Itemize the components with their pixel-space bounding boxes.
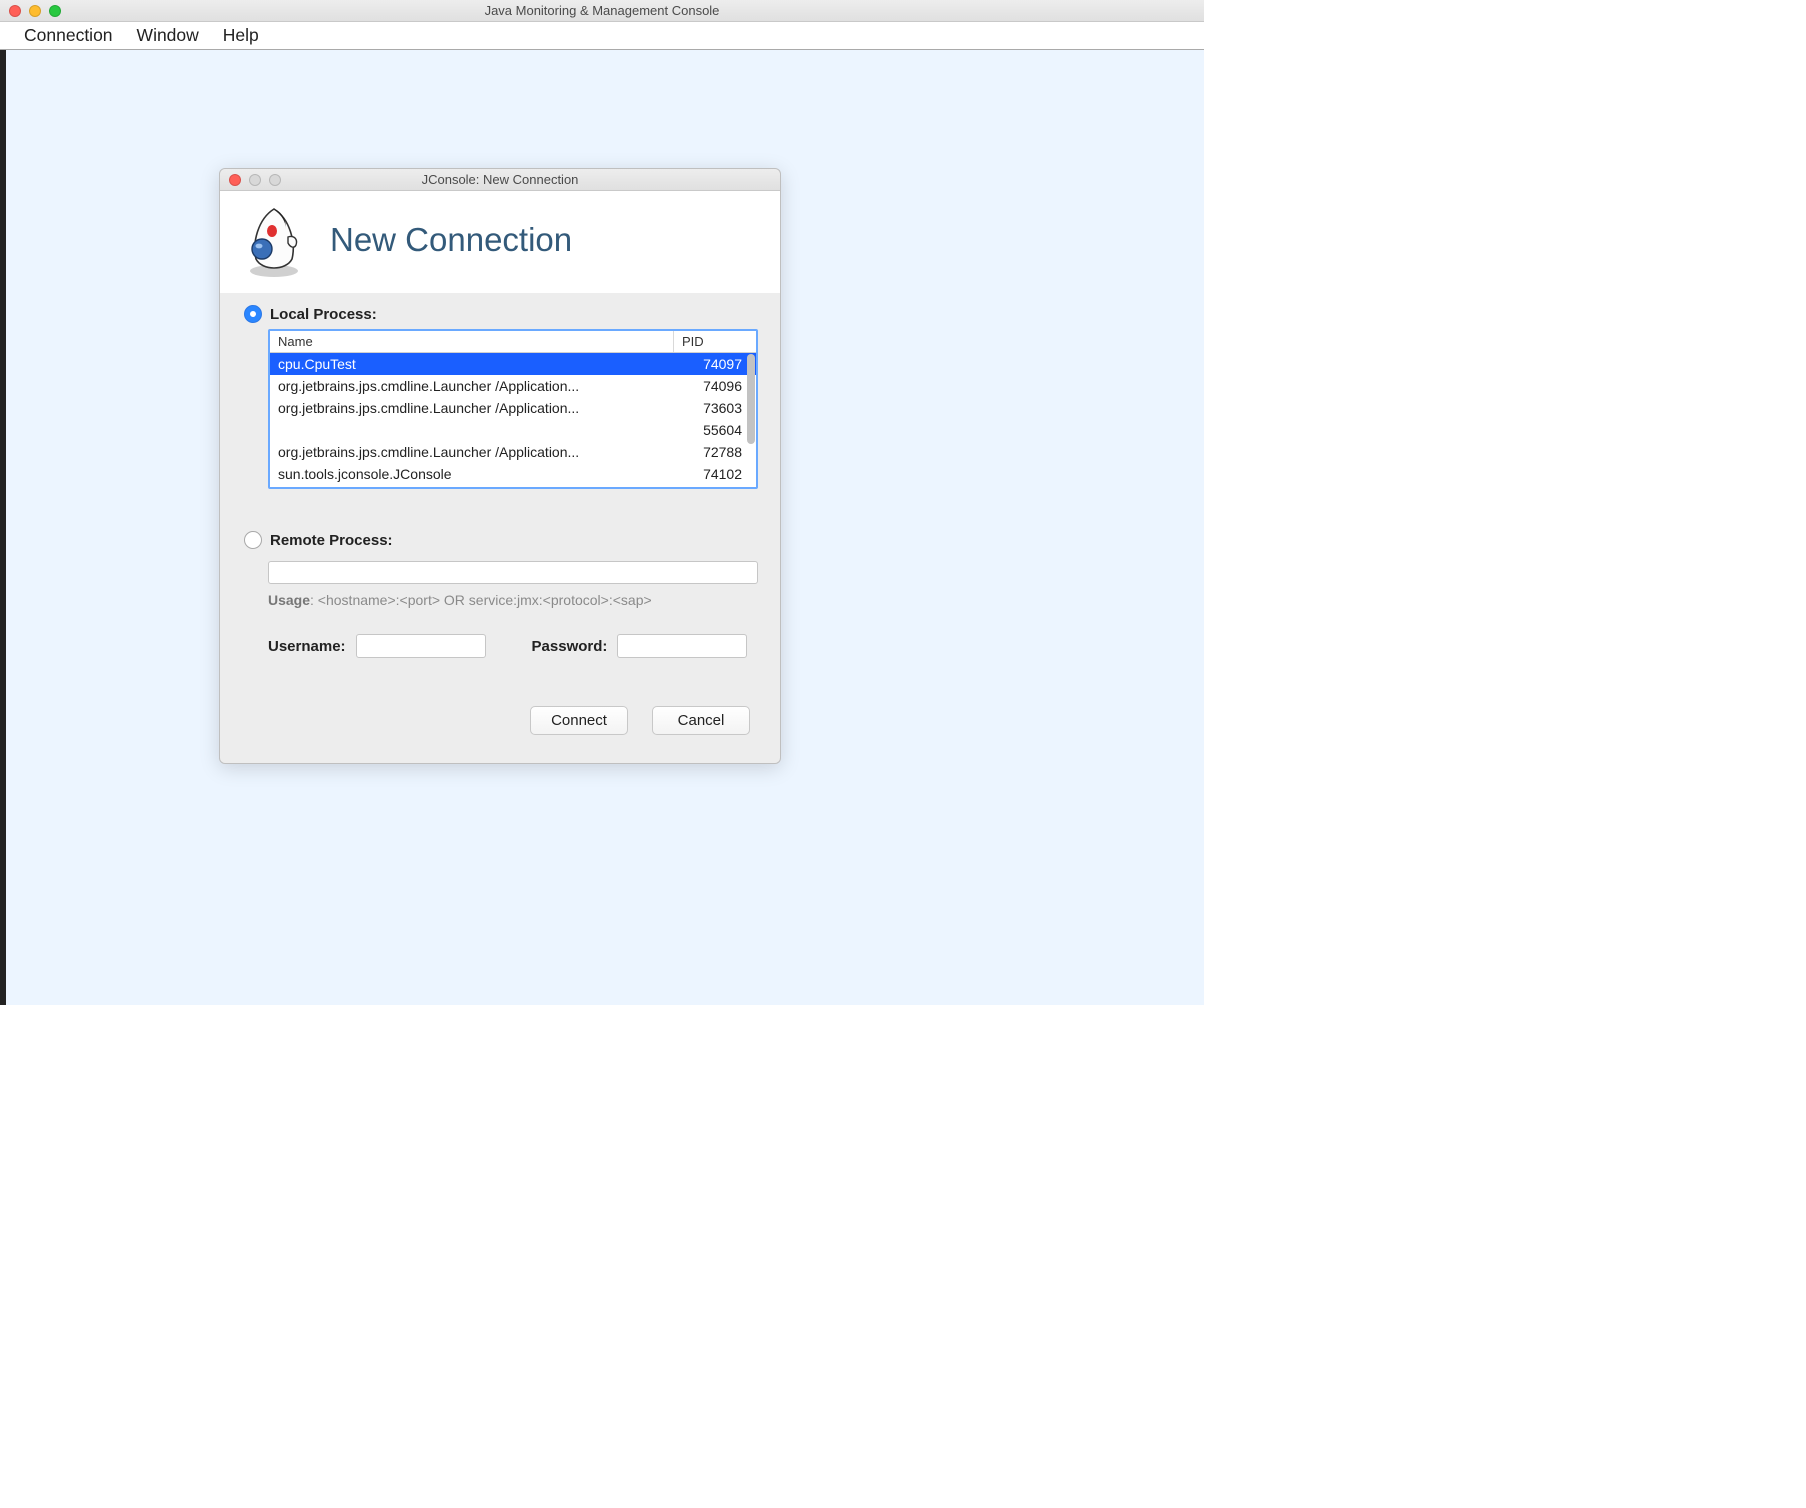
usage-hint: Usage: <hostname>:<port> OR service:jmx:… <box>268 592 756 608</box>
table-row[interactable]: org.jetbrains.jps.cmdline.Launcher /Appl… <box>270 375 756 397</box>
usage-label: Usage <box>268 592 310 608</box>
cell-name: org.jetbrains.jps.cmdline.Launcher /Appl… <box>270 400 674 416</box>
cell-name: org.jetbrains.jps.cmdline.Launcher /Appl… <box>270 378 674 394</box>
main-titlebar: Java Monitoring & Management Console <box>0 0 1204 22</box>
maximize-icon <box>269 174 281 186</box>
remote-process-option[interactable]: Remote Process: <box>244 531 756 549</box>
minimize-icon <box>249 174 261 186</box>
table-row[interactable]: cpu.CpuTest 74097 <box>270 353 756 375</box>
dialog-buttons: Connect Cancel <box>244 706 750 735</box>
password-field[interactable] <box>617 634 747 658</box>
dialog-heading: New Connection <box>330 221 572 259</box>
connect-button[interactable]: Connect <box>530 706 628 735</box>
remote-process-label: Remote Process: <box>270 532 393 549</box>
remote-section: Remote Process: Usage: <hostname>:<port>… <box>244 531 756 658</box>
cell-pid: 73603 <box>674 400 756 416</box>
menu-help[interactable]: Help <box>211 23 271 48</box>
radio-remote-process-icon[interactable] <box>244 531 262 549</box>
cell-name: org.jetbrains.jps.cmdline.Launcher /Appl… <box>270 444 674 460</box>
table-row[interactable]: sun.tools.jconsole.JConsole 74102 <box>270 463 756 485</box>
cancel-button[interactable]: Cancel <box>652 706 750 735</box>
col-name[interactable]: Name <box>270 331 674 352</box>
password-label: Password: <box>532 638 608 655</box>
menu-connection[interactable]: Connection <box>12 23 125 48</box>
cell-pid: 72788 <box>674 444 756 460</box>
usage-text: : <hostname>:<port> OR service:jmx:<prot… <box>310 592 652 608</box>
close-icon[interactable] <box>229 174 241 186</box>
close-icon[interactable] <box>9 5 21 17</box>
minimize-icon[interactable] <box>29 5 41 17</box>
content-area: JConsole: New Connection New Connection <box>0 50 1204 1005</box>
credentials-row: Username: Password: <box>268 634 756 658</box>
local-process-label: Local Process: <box>270 306 377 323</box>
dialog-titlebar: JConsole: New Connection <box>220 169 780 191</box>
menubar: Connection Window Help <box>0 22 1204 50</box>
username-field[interactable] <box>356 634 486 658</box>
dialog-traffic-lights <box>229 174 281 186</box>
local-process-option[interactable]: Local Process: <box>244 305 756 323</box>
cell-pid: 74097 <box>674 356 756 372</box>
dialog-body: Local Process: Name PID cpu.CpuTest 7409… <box>220 293 780 763</box>
cell-name: sun.tools.jconsole.JConsole <box>270 466 674 482</box>
table-header: Name PID <box>270 331 756 353</box>
cell-pid: 74096 <box>674 378 756 394</box>
window-title: Java Monitoring & Management Console <box>0 3 1204 18</box>
scrollbar[interactable] <box>747 354 755 486</box>
menu-window[interactable]: Window <box>125 23 211 48</box>
java-duke-icon <box>238 201 310 279</box>
process-table: Name PID cpu.CpuTest 74097 org.jetbrains… <box>268 329 758 489</box>
maximize-icon[interactable] <box>49 5 61 17</box>
radio-local-process-icon[interactable] <box>244 305 262 323</box>
new-connection-dialog: JConsole: New Connection New Connection <box>219 168 781 764</box>
cell-pid: 74102 <box>674 466 756 482</box>
table-row[interactable]: org.jetbrains.jps.cmdline.Launcher /Appl… <box>270 441 756 463</box>
remote-address-input[interactable] <box>268 561 758 584</box>
cell-name: cpu.CpuTest <box>270 356 674 372</box>
dialog-title: JConsole: New Connection <box>220 172 780 187</box>
table-row[interactable]: org.jetbrains.jps.cmdline.Launcher /Appl… <box>270 397 756 419</box>
col-pid[interactable]: PID <box>674 331 756 352</box>
traffic-lights <box>9 5 61 17</box>
username-label: Username: <box>268 638 346 655</box>
table-body: cpu.CpuTest 74097 org.jetbrains.jps.cmdl… <box>270 353 756 487</box>
table-row[interactable]: 55604 <box>270 419 756 441</box>
main-window: Java Monitoring & Management Console Con… <box>0 0 1204 1005</box>
cell-pid: 55604 <box>674 422 756 438</box>
dialog-header: New Connection <box>220 191 780 293</box>
scrollbar-thumb[interactable] <box>747 354 755 444</box>
